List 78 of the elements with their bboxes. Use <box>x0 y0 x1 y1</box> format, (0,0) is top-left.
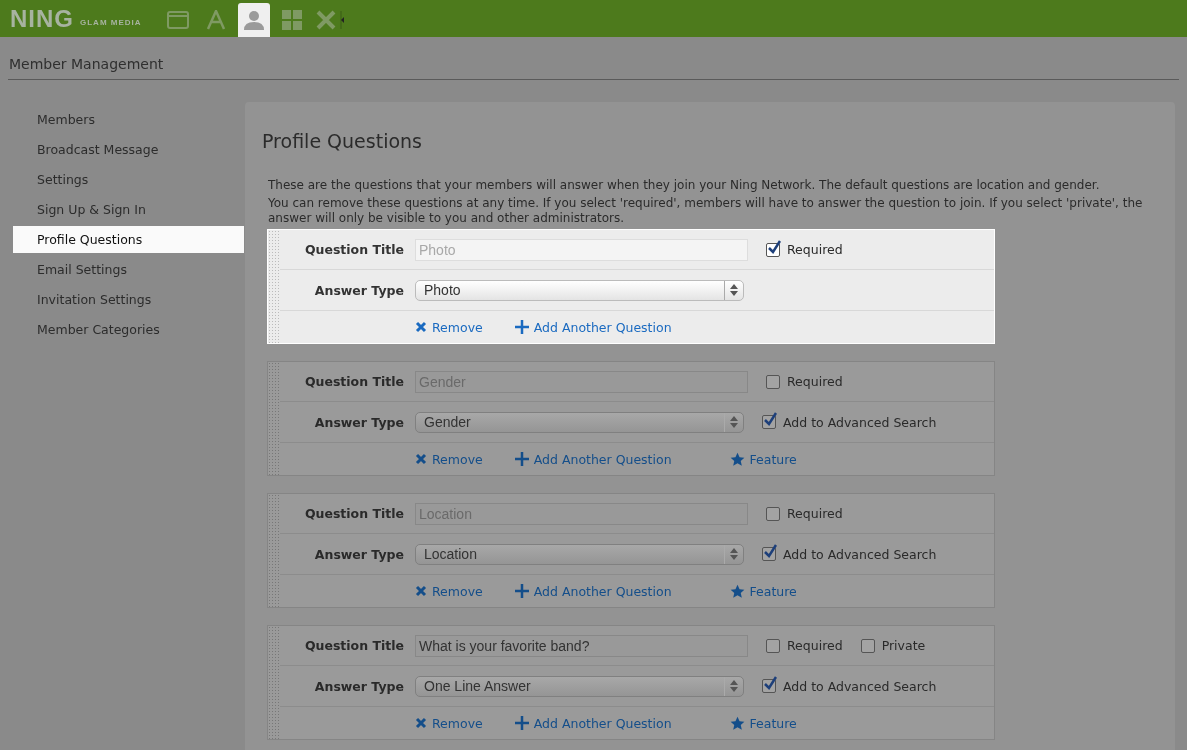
intro-text: You can remove these questions at any time. If you select 'required', members will have to answer the question to join. If you select 'private', the answer will only be visible to you and other administrators. <box>268 196 1144 226</box>
answer-type-dropdown[interactable]: One Line Answer <box>415 675 744 697</box>
intro-text: These are the questions that your members will answer when they join your Ning Network. The default questions are location and gender. <box>268 178 1101 193</box>
plus-icon <box>514 584 529 598</box>
answer-type-dropdown[interactable]: Location <box>415 543 744 565</box>
field-label: Question Title <box>303 638 404 653</box>
plus-icon <box>514 320 529 334</box>
checkbox[interactable] <box>860 638 875 653</box>
checkbox-label[interactable]: Required <box>766 374 843 389</box>
field-label: Answer Type <box>313 678 404 694</box>
panel-title: Profile Questions <box>262 130 423 152</box>
checkbox[interactable] <box>766 638 780 653</box>
star-icon <box>729 715 745 731</box>
checkbox[interactable] <box>766 506 780 521</box>
answer-type-dropdown[interactable]: Photo <box>415 279 744 301</box>
updown-arrows-icon <box>730 680 738 692</box>
answer-type-dropdown[interactable]: Gender <box>415 411 744 433</box>
checkbox-label[interactable]: Required <box>766 506 843 521</box>
x-icon <box>415 717 427 729</box>
updown-arrows-icon <box>730 284 738 296</box>
updown-arrows-icon <box>730 416 738 428</box>
checkbox-label[interactable]: Required <box>766 638 843 653</box>
checkbox[interactable] <box>762 679 776 693</box>
grid-icon <box>281 10 302 30</box>
page-title: Member Management <box>9 56 164 72</box>
star-icon <box>729 583 745 599</box>
field-label: Question Title <box>303 506 404 521</box>
action-link[interactable]: Feature <box>729 451 797 467</box>
checkbox[interactable] <box>762 547 776 561</box>
field-label: Question Title <box>303 242 404 257</box>
action-link[interactable]: Remove <box>415 715 483 731</box>
updown-arrows-icon <box>730 548 738 560</box>
field-label: Answer Type <box>313 546 404 562</box>
sidebar-item[interactable]: Members <box>13 106 244 133</box>
checkbox[interactable] <box>766 242 780 257</box>
action-link[interactable]: Feature <box>729 583 797 599</box>
sidebar-item[interactable]: Profile Questions <box>13 226 244 253</box>
drag-handle[interactable] <box>268 626 280 739</box>
checkbox[interactable] <box>762 415 776 429</box>
checkbox-label[interactable]: Add to Advanced Search <box>762 414 937 430</box>
sidebar-item[interactable]: Settings <box>13 166 244 193</box>
drag-handle[interactable] <box>268 494 280 607</box>
checkbox[interactable] <box>766 374 780 389</box>
action-link[interactable]: Remove <box>415 451 483 467</box>
action-link[interactable]: Add Another Question <box>514 715 672 731</box>
sidebar-item[interactable]: Sign Up & Sign In <box>13 196 244 223</box>
field-label: Answer Type <box>313 414 404 430</box>
logo-tagline: GLAM MEDIA <box>80 18 142 27</box>
checkbox-label[interactable]: Add to Advanced Search <box>762 546 937 562</box>
sidebar-item[interactable]: Email Settings <box>13 256 244 283</box>
action-link[interactable]: Add Another Question <box>514 451 672 467</box>
sidebar-item[interactable]: Broadcast Message <box>13 136 244 163</box>
checkbox-label[interactable]: Required <box>766 242 843 257</box>
x-icon <box>415 585 427 597</box>
x-icon <box>415 453 427 465</box>
plus-icon <box>514 716 529 730</box>
toolbar-button[interactable] <box>237 3 270 37</box>
app-letter-icon <box>204 10 227 30</box>
action-link[interactable]: Feature <box>729 715 797 731</box>
field-label: Question Title <box>303 374 404 389</box>
action-link[interactable]: Add Another Question <box>514 583 672 599</box>
star-icon <box>729 451 745 467</box>
logo-text: NING <box>10 4 74 33</box>
drag-handle[interactable] <box>268 230 280 343</box>
x-icon <box>415 321 427 333</box>
plus-icon <box>514 452 529 466</box>
sidebar-item[interactable]: Member Categories <box>13 316 244 343</box>
action-link[interactable]: Add Another Question <box>514 319 672 335</box>
drag-handle[interactable] <box>268 362 280 475</box>
field-label: Answer Type <box>313 282 404 298</box>
sidebar-item[interactable]: Invitation Settings <box>13 286 244 313</box>
checkbox-label[interactable]: Private <box>860 638 926 653</box>
question-title-field[interactable]: What is your favorite band? <box>415 634 748 657</box>
action-link[interactable]: Remove <box>415 583 483 599</box>
person-icon <box>242 9 265 31</box>
window-icon <box>166 11 189 29</box>
action-link[interactable]: Remove <box>415 319 483 335</box>
checkbox-label[interactable]: Add to Advanced Search <box>762 678 937 694</box>
